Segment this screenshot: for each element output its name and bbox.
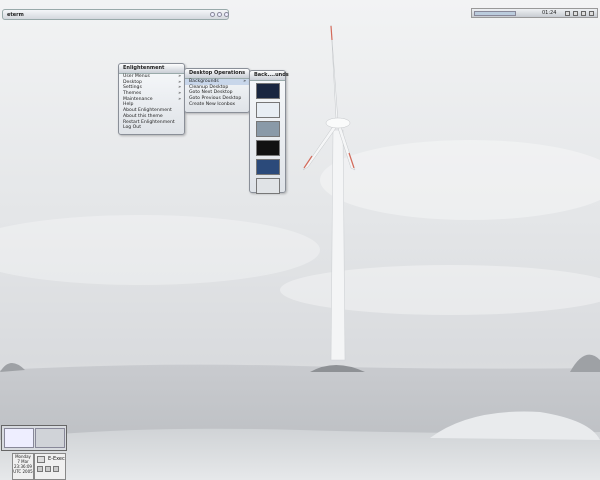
mail-icon[interactable] xyxy=(581,11,586,16)
menu-item-label: Log Out xyxy=(123,125,141,131)
e-exec-box[interactable]: E-Exec xyxy=(34,453,66,480)
menu-item-label: About Enlightenment xyxy=(123,108,172,114)
menu-item[interactable]: Log Out xyxy=(119,125,184,131)
bg-thumb-windmill[interactable] xyxy=(255,178,280,194)
e-exec-label: E-Exec xyxy=(48,456,65,462)
menu-item-label: Goto Next Desktop xyxy=(189,90,233,96)
maximize-button[interactable] xyxy=(217,12,222,17)
panel-clock: 01:24 xyxy=(542,10,557,16)
eterm-window-titlebar[interactable]: eterm xyxy=(2,9,229,20)
desktop-wallpaper xyxy=(0,0,600,480)
menu-item-label: Backgrounds xyxy=(189,79,219,84)
clock-year: UTC 2005 xyxy=(13,469,33,474)
settings-icon[interactable] xyxy=(53,466,59,472)
enlightenment-menu: Enlightenment User Menus» Desktop» Setting… xyxy=(118,63,185,135)
back-icon[interactable] xyxy=(37,466,43,472)
date-clock: Monday 7 Mar 23:36:09 UTC 2005 xyxy=(12,453,34,480)
speaker-icon[interactable] xyxy=(573,11,578,16)
menu-title: Back....unds xyxy=(250,71,289,81)
menu-item-label: Maintenance xyxy=(123,96,153,102)
close-button[interactable] xyxy=(224,12,229,17)
close-icon[interactable] xyxy=(37,456,45,463)
bg-thumb-night-blue[interactable] xyxy=(255,83,280,99)
menu-item-label: Themes xyxy=(123,91,142,97)
iconify-button[interactable] xyxy=(210,12,215,17)
menu-item-label: About this theme xyxy=(123,113,163,119)
menu-item-label: Cleanup Desktop xyxy=(189,84,229,90)
bottom-pager[interactable] xyxy=(1,425,67,451)
menu-title: Enlightenment xyxy=(119,64,184,74)
menu-item-label: User Menus xyxy=(123,74,150,79)
close-icon[interactable] xyxy=(589,11,594,16)
menu-item-label: Create New Iconbox xyxy=(189,101,236,107)
menu-item-label: Help xyxy=(123,102,134,108)
backgrounds-menu: Back....unds xyxy=(249,70,289,194)
menu-item-label: Restart Enlightenment xyxy=(123,119,175,125)
monitor-icon[interactable] xyxy=(565,11,570,16)
menu-item[interactable]: Create New Iconbox xyxy=(185,102,249,108)
menu-item-label: Settings xyxy=(123,85,142,91)
bg-thumb-white-logo[interactable] xyxy=(255,102,280,118)
top-panel: 01:24 xyxy=(471,8,598,18)
pager-desktop-1[interactable] xyxy=(4,428,34,448)
bg-thumb-dark-figure[interactable] xyxy=(255,140,280,156)
bg-thumb-grey-landscape[interactable] xyxy=(255,121,280,137)
window-title: eterm xyxy=(7,12,24,18)
pager-desktop-2[interactable] xyxy=(35,428,65,448)
forward-icon[interactable] xyxy=(45,466,51,472)
menu-item-label: Goto Previous Desktop xyxy=(189,96,242,102)
desktop-operations-menu: Desktop Operations Backgrounds» Cleanup D… xyxy=(184,68,250,113)
bg-thumb-blue-sky[interactable] xyxy=(255,159,280,175)
desktop-pager[interactable] xyxy=(474,11,516,16)
menu-title: Desktop Operations xyxy=(185,69,249,79)
menu-item-label: Desktop xyxy=(123,79,142,85)
